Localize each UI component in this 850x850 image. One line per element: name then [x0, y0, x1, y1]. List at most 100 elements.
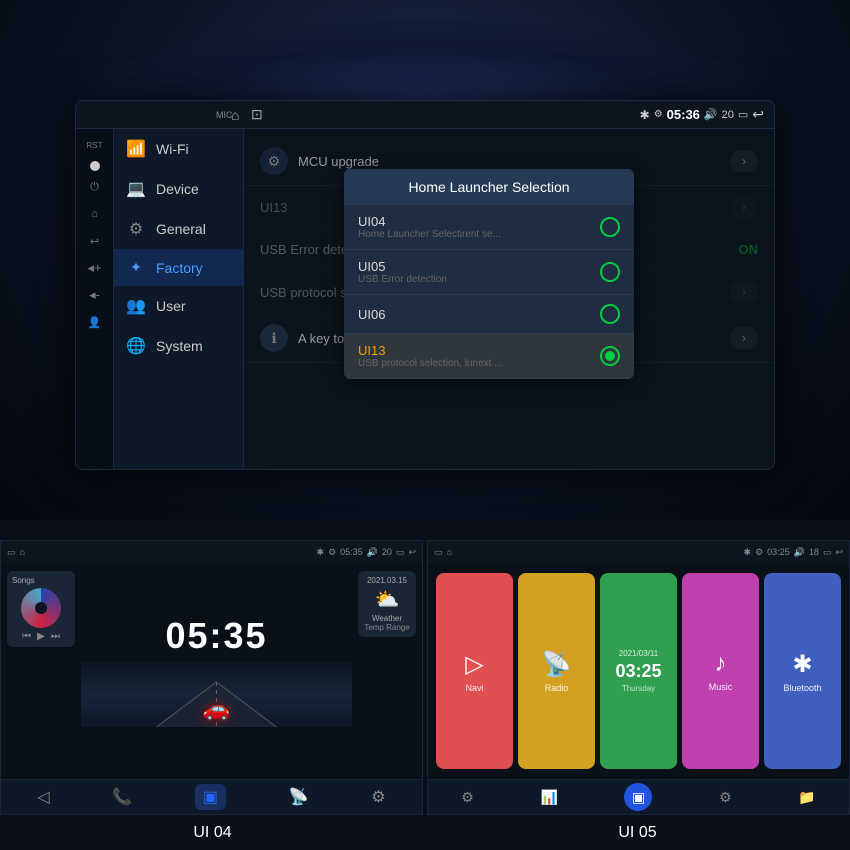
ui04-nav-map[interactable]: ◁ — [37, 787, 49, 807]
sidebar-wifi-label: Wi-Fi — [156, 141, 189, 157]
navi-label: Navi — [465, 683, 483, 693]
system-icon: 🌐 — [126, 336, 146, 356]
ui04-right-panel: 2021.03.15 ⛅ Weather Temp Range — [352, 563, 422, 779]
device-icon: 💻 — [126, 179, 146, 199]
music-icon: ♪ — [715, 650, 727, 678]
user-icon: 👥 — [126, 296, 146, 316]
status-time: 05:36 — [667, 107, 700, 122]
general-icon: ⚙ — [126, 219, 146, 239]
ui05-nav-chart[interactable]: 📊 — [540, 789, 557, 806]
dialog-ui04-sub: Home Launcher Selectirent se... — [358, 229, 501, 240]
dialog-item-ui04[interactable]: UI04 Home Launcher Selectirent se... — [344, 205, 634, 250]
ui04-music-controls: ⏮ ▶ ⏭ — [12, 631, 70, 642]
ui04-left-panel: Songs ⏮ ▶ ⏭ — [1, 563, 81, 779]
ui05-screen: ▭ ⌂ ✱ ⚙ 03:25 🔊 18 ▭ ↩ ▷ Navi — [427, 540, 850, 815]
ui04-battery2: ▭ — [396, 547, 405, 558]
battery-icon: ▭ — [738, 108, 748, 121]
dialog-ui05-sub: USB Error detection — [358, 274, 447, 285]
ui04-nav-home[interactable]: ▣ — [195, 784, 226, 810]
volume-status-icon: 🔊 — [704, 108, 718, 121]
main-content: ⚙ MCU upgrade › UI13 › USB Error detecti… — [244, 129, 774, 469]
dialog-ui04-radio[interactable] — [600, 217, 620, 237]
ui05-nav-gear[interactable]: ⚙ — [719, 789, 732, 806]
dialog-item-ui13[interactable]: UI13 USB protocol selection, lunext ... — [344, 334, 634, 379]
bluetooth-status-icon: ✱ — [640, 108, 650, 122]
back-strip-icon[interactable]: ↩ — [81, 230, 109, 252]
navi-icon: ▷ — [465, 650, 483, 679]
user-strip-icon[interactable]: 👤 — [81, 311, 109, 333]
ui04-nav-bar: ◁ 📞 ▣ 📡 ⚙ — [1, 779, 422, 814]
vol-up-icon[interactable]: ◂+ — [81, 257, 109, 279]
bluetooth-icon: ✱ — [792, 650, 812, 679]
vol-down-icon[interactable]: ◂- — [81, 284, 109, 306]
ui04-back-icon[interactable]: ↩ — [408, 547, 416, 558]
ui05-nav-folder[interactable]: 📁 — [798, 789, 815, 806]
ui05-nav-settings[interactable]: ⚙ — [461, 789, 474, 806]
volume-level: 20 — [722, 109, 734, 121]
dialog-ui04-label: UI04 — [358, 214, 501, 229]
bluetooth-label: Bluetooth — [783, 683, 821, 693]
ui05-tile-clock[interactable]: 2021/03/11 03:25 Thursday — [600, 573, 677, 769]
ui05-tile-bluetooth[interactable]: ✱ Bluetooth — [764, 573, 841, 769]
ui05-nav-home[interactable]: ▣ — [624, 783, 652, 811]
sidebar-item-factory[interactable]: ✦ Factory — [114, 249, 243, 286]
ui05-body: ▷ Navi 📡 Radio 2021/03/11 03:25 Thursday… — [428, 563, 849, 779]
play-btn[interactable]: ▶ — [37, 631, 45, 642]
ui04-label-container: UI 04 — [0, 815, 425, 850]
ui04-screen: ▭ ⌂ ✱ ⚙ 05:35 🔊 20 ▭ ↩ Songs — [0, 540, 423, 815]
sidebar-user-label: User — [156, 298, 186, 314]
ui04-home-icon: ⌂ — [20, 547, 25, 557]
ui05-time: 03:25 — [767, 547, 790, 557]
ui05-home-icon: ⌂ — [447, 547, 452, 557]
home-launcher-dialog: Home Launcher Selection UI04 Home Launch… — [344, 169, 634, 379]
ui04-road-view: 🚗 — [81, 662, 352, 727]
ui04-nav-radio[interactable]: 📡 — [289, 787, 309, 807]
dialog-ui06-radio[interactable] — [600, 304, 620, 324]
sidebar-item-general[interactable]: ⚙ General — [114, 209, 243, 249]
dialog-ui06-label: UI06 — [358, 307, 385, 322]
dialog-overlay: Home Launcher Selection UI04 Home Launch… — [244, 129, 774, 469]
wifi-icon: 📶 — [126, 139, 146, 159]
ui04-body: Songs ⏮ ▶ ⏭ 05:35 — [1, 563, 422, 779]
ui-labels-bar: UI 04 UI 05 — [0, 815, 850, 850]
dialog-item-ui05[interactable]: UI05 USB Error detection — [344, 250, 634, 295]
ui04-time: 05:35 — [340, 547, 363, 557]
power-icon[interactable]: ⏻ — [81, 176, 109, 198]
ui04-nav-phone[interactable]: 📞 — [112, 787, 132, 807]
ui04-center: 05:35 🚗 — [81, 563, 352, 779]
ui05-wifi-icon: ⚙ — [755, 547, 763, 558]
sidebar-factory-label: Factory — [156, 260, 203, 276]
prev-btn[interactable]: ⏮ — [22, 631, 31, 642]
ui05-tile-grid: ▷ Navi 📡 Radio 2021/03/11 03:25 Thursday… — [436, 573, 841, 769]
dialog-ui05-radio[interactable] — [600, 262, 620, 282]
status-icons: ✱ ⚙ 05:36 🔊 20 ▭ ↩ — [640, 106, 764, 123]
sidebar-item-user[interactable]: 👥 User — [114, 286, 243, 326]
dialog-item-ui06[interactable]: UI06 — [344, 295, 634, 334]
bottom-preview-section: ▭ ⌂ ✱ ⚙ 05:35 🔊 20 ▭ ↩ Songs — [0, 540, 850, 815]
ui04-nav-settings[interactable]: ⚙ — [371, 787, 385, 807]
next-btn[interactable]: ⏭ — [51, 631, 60, 642]
sidebar-item-wifi[interactable]: 📶 Wi-Fi — [114, 129, 243, 169]
ui04-disc — [21, 588, 61, 628]
ui05-tile-radio[interactable]: 📡 Radio — [518, 573, 595, 769]
dialog-ui13-label: UI13 — [358, 343, 503, 358]
status-bar: MIC ⌂ ⊡ ✱ ⚙ 05:36 🔊 20 ▭ ↩ — [76, 101, 774, 129]
ui05-tile-music[interactable]: ♪ Music — [682, 573, 759, 769]
ui05-tile-navi[interactable]: ▷ Navi — [436, 573, 513, 769]
ui05-battery2: ▭ — [823, 547, 832, 558]
ui04-battery-icon: ▭ — [7, 547, 16, 558]
ui05-back-icon[interactable]: ↩ — [835, 547, 843, 558]
sidebar-item-system[interactable]: 🌐 System — [114, 326, 243, 366]
main-screen: MIC ⌂ ⊡ ✱ ⚙ 05:36 🔊 20 ▭ ↩ RST ⏻ ⌂ ↩ ◂+ … — [75, 100, 775, 470]
home-strip-icon[interactable]: ⌂ — [81, 203, 109, 225]
ui04-weather-icon: ⛅ — [363, 587, 411, 612]
factory-icon: ✦ — [126, 259, 146, 276]
dialog-title: Home Launcher Selection — [344, 169, 634, 205]
sidebar-item-device[interactable]: 💻 Device — [114, 169, 243, 209]
radio-label: Radio — [545, 683, 569, 693]
ui04-music-widget: Songs ⏮ ▶ ⏭ — [7, 571, 75, 647]
dialog-ui05-label: UI05 — [358, 259, 447, 274]
dialog-ui13-radio[interactable] — [600, 346, 620, 366]
ui04-weather-date: 2021.03.15 — [363, 576, 411, 585]
back-icon[interactable]: ↩ — [752, 106, 764, 123]
